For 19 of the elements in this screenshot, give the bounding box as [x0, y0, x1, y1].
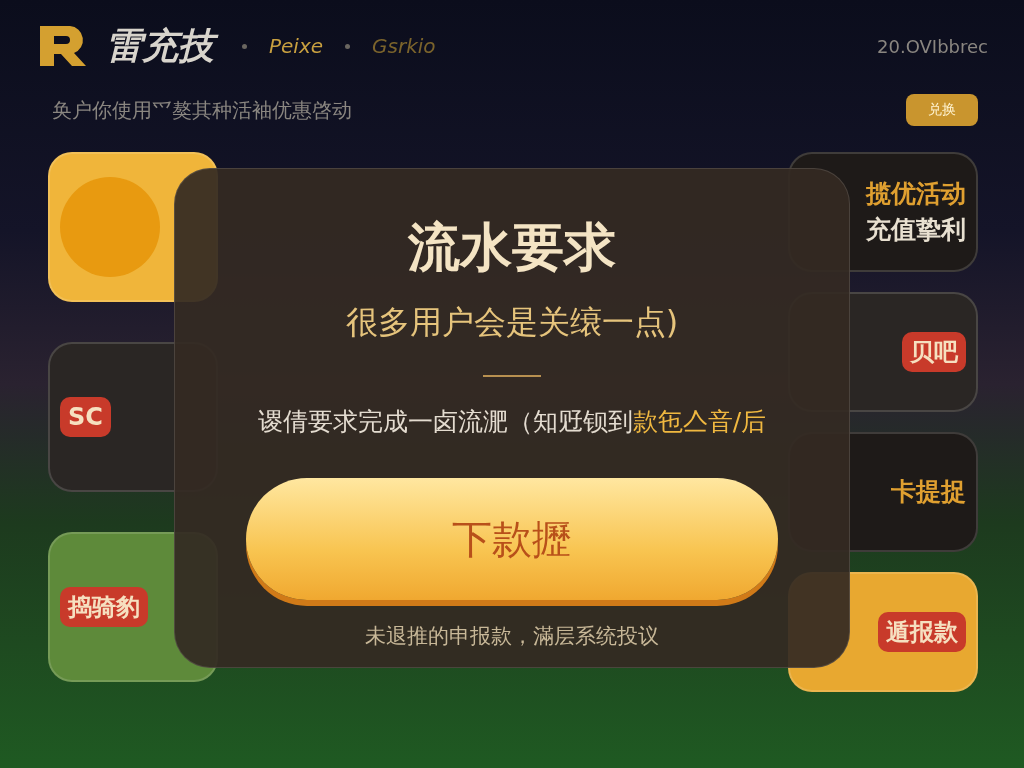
tile-label: 充值挚利: [866, 215, 966, 245]
modal-title: 流水要求: [408, 216, 616, 279]
tile-label: 遁报款: [878, 611, 966, 653]
separator-dot: [345, 43, 351, 49]
tile-label: 捣骑豹: [60, 586, 148, 628]
tile-label: 揽优活动: [866, 179, 966, 209]
brand-name: 雷充技: [100, 22, 220, 70]
tile-label: 贝吧: [902, 331, 966, 373]
notice-text: 奂户你使用爫獒其种活袖优惠啓动: [52, 96, 352, 124]
tile-label: 卡提捉: [891, 477, 966, 507]
modal-footnote: 未退推的申报款，滿层系统投议: [365, 623, 659, 650]
modal-subtitle: 很多用户会是关缞一点): [345, 302, 679, 343]
separator-dot: [242, 43, 247, 49]
redeem-button[interactable]: 兑换: [906, 94, 978, 126]
nav-link[interactable]: Gsrkio: [372, 34, 436, 58]
modal-message: 谡倩要求完成一卤流淝（知觃钡到款㐌亼音/后: [257, 406, 767, 438]
tile-label: SC: [60, 396, 111, 438]
header-text: 20.OVIbbrec: [877, 35, 988, 57]
nav-link[interactable]: Peixe: [269, 34, 324, 58]
